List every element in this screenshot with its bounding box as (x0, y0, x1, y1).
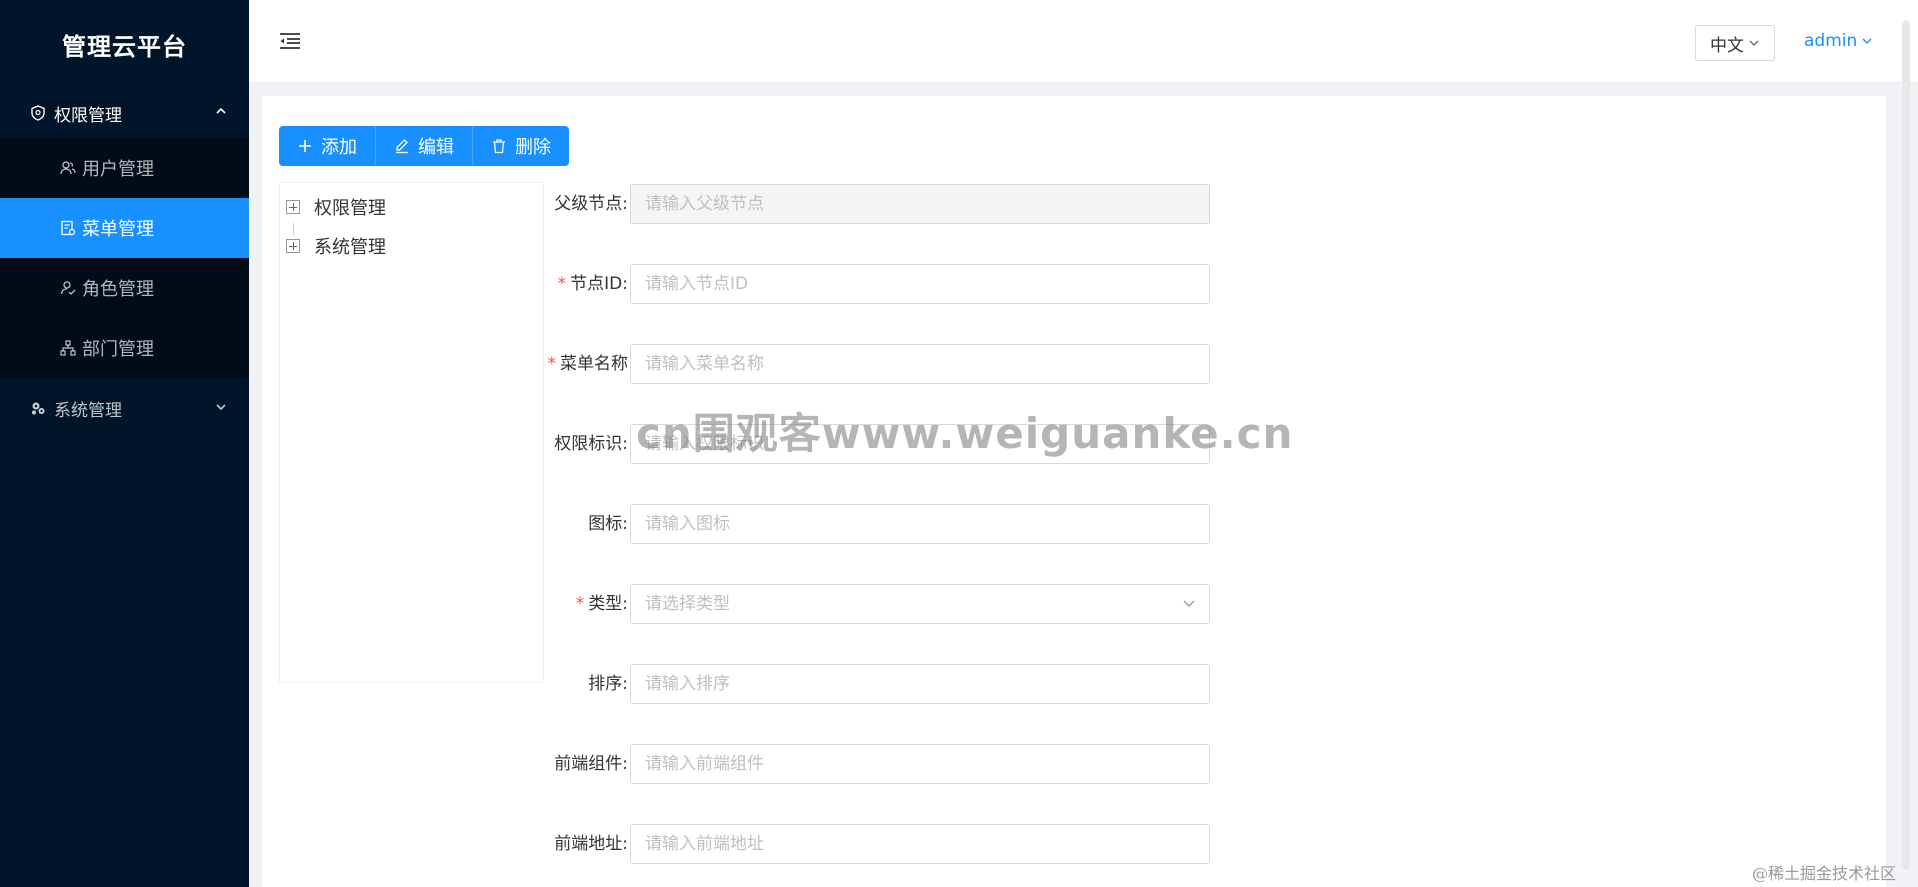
main-content: 添加 编辑 删除 权限管理 系统管理 父级节点: 请输入父级节点 * 节点ID:… (262, 96, 1886, 887)
sort-input[interactable] (630, 664, 1210, 704)
app-logo-title: 管理云平台 (62, 32, 187, 61)
form-label: * 类型: (575, 594, 628, 614)
delete-button-label: 删除 (515, 137, 551, 158)
sidebar: 管理云平台 权限管理 用户管理 菜单管理 角色管理 部门管理 系统管理 (0, 0, 249, 887)
expand-plus-icon[interactable] (286, 200, 300, 214)
menu-parent-label: 系统管理 (54, 400, 122, 421)
chevron-down-icon (1748, 37, 1760, 49)
top-header: 中文 admin (249, 0, 1918, 83)
menu-parent-label: 权限管理 (54, 105, 122, 126)
parent-node-input (630, 184, 1210, 224)
edit-button[interactable]: 编辑 (376, 126, 473, 166)
submenu-permission: 用户管理 菜单管理 角色管理 部门管理 (0, 138, 249, 378)
user-menu[interactable]: admin (1804, 31, 1873, 51)
form-row-icon: 图标: (544, 504, 1244, 544)
tree-node-system[interactable]: 系统管理 (286, 231, 386, 261)
form-label: * 菜单名称 (547, 354, 629, 374)
language-select[interactable]: 中文 (1695, 25, 1775, 61)
username: admin (1804, 31, 1858, 51)
type-select[interactable] (630, 584, 1210, 624)
form-label: 前端组件: (554, 754, 628, 774)
form-row-component: 前端组件: (544, 744, 1244, 784)
form-label: * 节点ID: (557, 274, 628, 294)
shield-icon (30, 105, 46, 121)
edit-button-label: 编辑 (418, 137, 454, 158)
required-mark: * (557, 274, 567, 294)
toolbar: 添加 编辑 删除 (279, 126, 569, 166)
menu-group-permission: 权限管理 用户管理 菜单管理 角色管理 部门管理 (0, 88, 249, 378)
form-row-menu-name: * 菜单名称 (544, 344, 1244, 384)
page-scrollbar[interactable] (1902, 20, 1910, 870)
form-label: 前端地址: (554, 834, 628, 854)
form-row-path: 前端地址: (544, 824, 1244, 864)
component-input[interactable] (630, 744, 1210, 784)
form-row-sort: 排序: (544, 664, 1244, 704)
menu-parent-system[interactable]: 系统管理 (0, 378, 249, 438)
required-mark: * (547, 354, 557, 374)
sidebar-item-departments[interactable]: 部门管理 (0, 318, 249, 378)
menu-tree: 权限管理 系统管理 (279, 182, 544, 683)
sidebar-item-menus[interactable]: 菜单管理 (0, 198, 249, 258)
form-row-node-id: * 节点ID: (544, 264, 1244, 304)
path-input[interactable] (630, 824, 1210, 864)
edit-icon (394, 138, 410, 154)
chevron-up-icon (215, 105, 227, 117)
form-label: 父级节点: (554, 194, 628, 214)
expand-plus-icon[interactable] (286, 239, 300, 253)
tree-node-permission[interactable]: 权限管理 (286, 192, 386, 222)
form-row-type: * 类型: (544, 584, 1244, 624)
trash-icon (491, 138, 507, 154)
sidebar-item-label: 菜单管理 (82, 219, 154, 240)
form-row-parent-node: 父级节点: (544, 184, 1244, 224)
settings-cluster-icon (30, 400, 46, 416)
icon-input[interactable] (630, 504, 1210, 544)
sidebar-item-roles[interactable]: 角色管理 (0, 258, 249, 318)
watermark: cn围观客www.weiguanke.cn (636, 409, 1294, 458)
sidebar-item-label: 角色管理 (82, 279, 154, 300)
add-button-label: 添加 (321, 137, 357, 158)
role-icon (60, 280, 76, 296)
source-credit: @稀土掘金技术社区 (1752, 864, 1897, 883)
chevron-down-icon (215, 401, 227, 413)
menu-name-input[interactable] (630, 344, 1210, 384)
form-label: 图标: (588, 514, 628, 534)
tree-node-label: 权限管理 (314, 198, 386, 219)
form-label: 权限标识: (554, 434, 628, 454)
plus-icon (297, 138, 313, 154)
org-icon (60, 340, 76, 356)
required-mark: * (575, 594, 585, 614)
form-label: 排序: (588, 674, 628, 694)
chevron-down-icon (1861, 35, 1873, 47)
delete-button[interactable]: 删除 (473, 126, 569, 166)
language-label: 中文 (1710, 35, 1744, 56)
node-id-input[interactable] (630, 264, 1210, 304)
menu-doc-icon (60, 220, 76, 236)
sidebar-item-label: 用户管理 (82, 159, 154, 180)
tree-node-label: 系统管理 (314, 237, 386, 258)
menu-fold-icon[interactable] (279, 32, 301, 50)
user-icon (60, 160, 76, 176)
sidebar-item-users[interactable]: 用户管理 (0, 138, 249, 198)
menu-parent-permission[interactable]: 权限管理 (0, 88, 249, 138)
sidebar-item-label: 部门管理 (82, 339, 154, 360)
add-button[interactable]: 添加 (279, 126, 376, 166)
